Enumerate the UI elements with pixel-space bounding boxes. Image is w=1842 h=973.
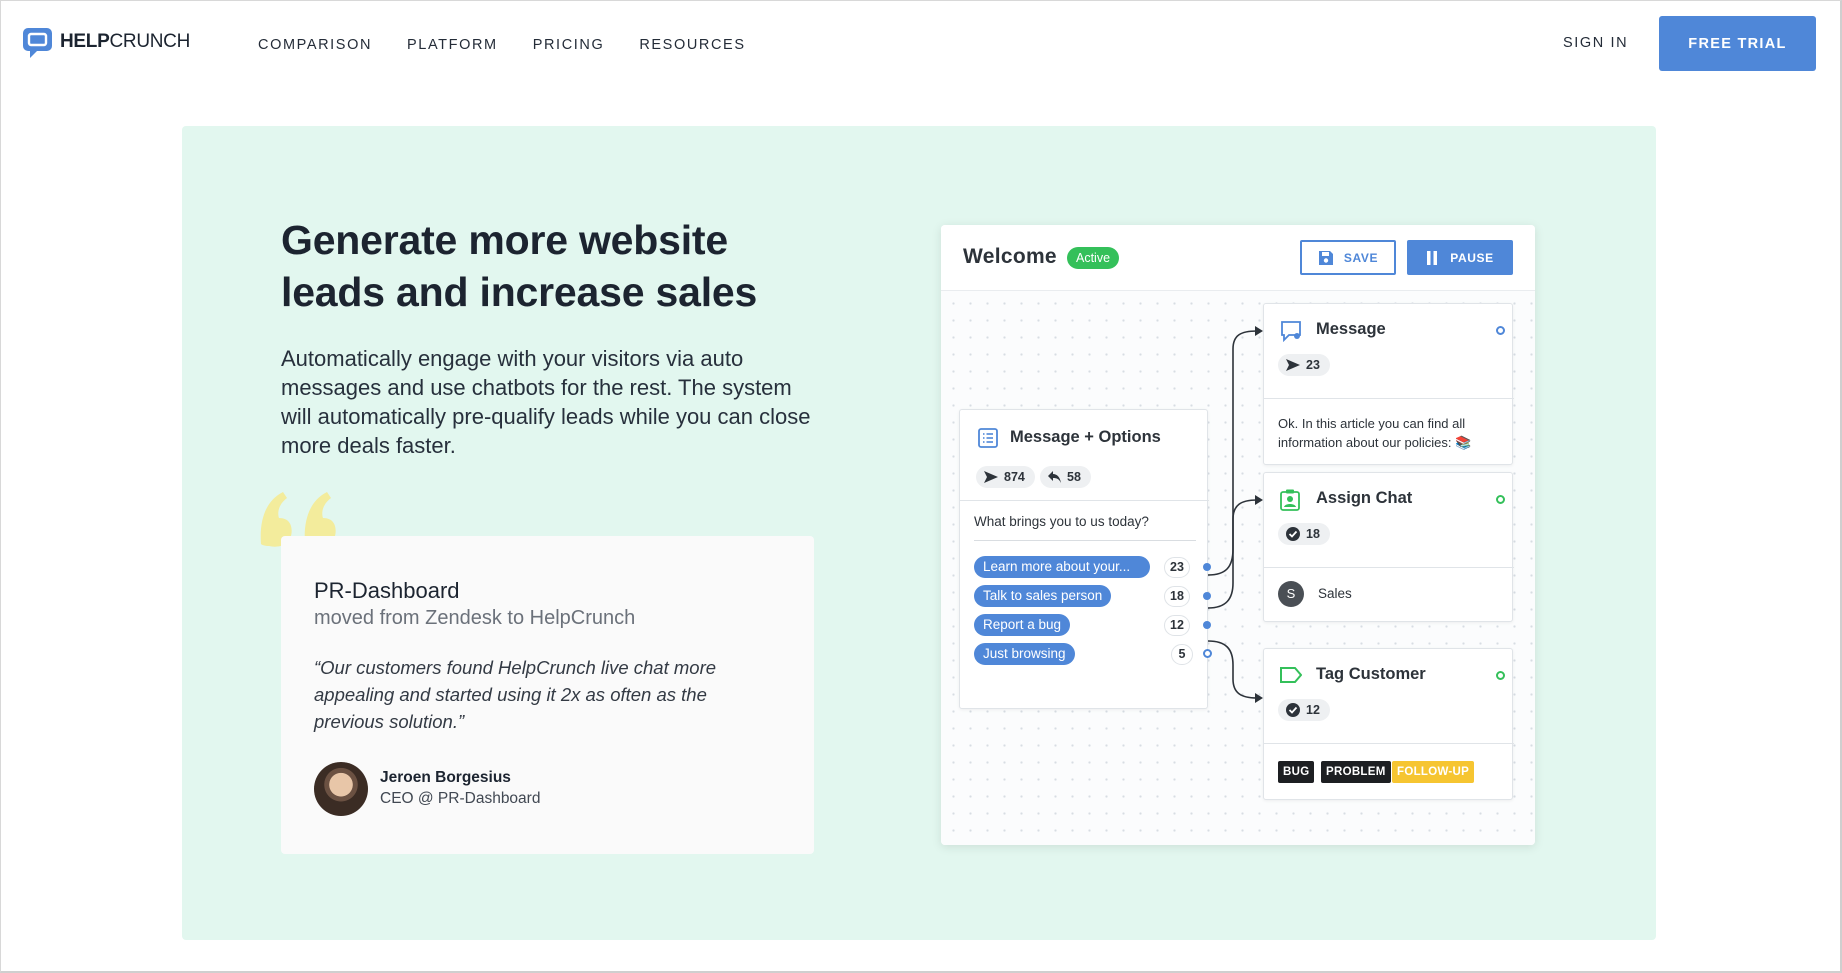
- option-count: 5: [1171, 644, 1193, 665]
- node-divider: [1264, 743, 1514, 744]
- testimonial-quote: “Our customers found HelpCrunch live cha…: [314, 657, 717, 732]
- testimonial-company: PR-Dashboard: [314, 578, 460, 603]
- top-nav: HELPCRUNCH COMPARISON PLATFORM PRICING R…: [0, 0, 1842, 88]
- message-text: Ok. In this article you can find all inf…: [1278, 416, 1472, 450]
- nav-pricing[interactable]: PRICING: [533, 37, 605, 53]
- output-port[interactable]: [1203, 563, 1211, 571]
- node-divider: [960, 500, 1209, 501]
- output-port[interactable]: [1496, 495, 1505, 504]
- chatbot-flow-widget: Welcome Active SAVE PAUSE Message + Opti…: [941, 225, 1535, 845]
- assign-user-icon: [1280, 489, 1300, 511]
- reply-count-pill: 58: [1040, 466, 1091, 488]
- pause-label: PAUSE: [1450, 250, 1494, 265]
- pause-button[interactable]: PAUSE: [1407, 240, 1513, 275]
- hero-headline: Generate more website leads and increase…: [281, 217, 758, 315]
- tag-bug[interactable]: BUG: [1278, 761, 1315, 783]
- node-title: Message + Options: [1010, 428, 1161, 446]
- reply-icon: [1048, 471, 1061, 483]
- testimonial-person-role: CEO @ PR-Dashboard: [380, 790, 541, 807]
- testimonial-moved: moved from Zendesk to HelpCrunch: [314, 607, 636, 629]
- tag-customer-node[interactable]: Tag Customer 12 BUG PROBLEM FOLLOW-UP: [1263, 648, 1514, 800]
- message-node[interactable]: Message 23 Ok. In this article you can f…: [1263, 303, 1514, 465]
- node-question: What brings you to us today?: [974, 514, 1149, 529]
- assignee-avatar: S: [1278, 581, 1304, 607]
- nav-links: COMPARISON PLATFORM PRICING RESOURCES: [258, 37, 781, 53]
- assign-chat-node[interactable]: Assign Chat 18 S Sales: [1263, 472, 1514, 622]
- floppy-disk-icon: [1318, 250, 1333, 265]
- check-circle-icon: [1286, 703, 1300, 717]
- question-underline: [974, 540, 1196, 541]
- sent-count-pill: 874: [976, 466, 1035, 488]
- sign-in-link[interactable]: SIGN IN: [1563, 35, 1628, 51]
- tag-follow-up[interactable]: FOLLOW-UP: [1392, 761, 1475, 783]
- helpcrunch-logo[interactable]: HELPCRUNCH: [22, 27, 191, 58]
- output-port[interactable]: [1203, 621, 1211, 629]
- option-count: 18: [1164, 586, 1190, 607]
- nav-resources[interactable]: RESOURCES: [639, 37, 745, 53]
- nav-platform[interactable]: PLATFORM: [407, 37, 498, 53]
- list-icon: [978, 428, 998, 448]
- option-count: 12: [1164, 615, 1190, 636]
- option-talk-to-sales[interactable]: Talk to sales person: [974, 585, 1112, 607]
- save-label: SAVE: [1343, 250, 1379, 265]
- save-button[interactable]: SAVE: [1300, 240, 1396, 275]
- output-port[interactable]: [1203, 592, 1211, 600]
- avatar: [314, 762, 368, 816]
- node-title: Tag Customer: [1316, 665, 1426, 683]
- done-count-pill: 12: [1278, 699, 1330, 721]
- testimonial-person-name: Jeroen Borgesius: [380, 769, 511, 786]
- free-trial-button[interactable]: FREE TRIAL: [1659, 16, 1816, 71]
- node-divider: [1264, 567, 1514, 568]
- output-port[interactable]: [1203, 649, 1212, 658]
- node-title: Assign Chat: [1316, 489, 1413, 507]
- widget-title: Welcome: [963, 245, 1057, 268]
- done-count-pill: 18: [1278, 523, 1330, 545]
- node-title: Message: [1316, 320, 1386, 338]
- assignee-name: Sales: [1318, 586, 1352, 601]
- logo-wordmark: HELPCRUNCH: [60, 31, 191, 52]
- pause-icon: [1427, 250, 1438, 265]
- option-learn-more[interactable]: Learn more about your...: [974, 556, 1150, 578]
- testimonial-card: PR-Dashboard moved from Zendesk to HelpC…: [281, 536, 814, 854]
- sent-count-pill: 23: [1278, 354, 1330, 376]
- nav-comparison[interactable]: COMPARISON: [258, 37, 372, 53]
- output-port[interactable]: [1496, 671, 1505, 680]
- message-bubble-icon: [1281, 321, 1301, 342]
- tag-icon: [1280, 667, 1302, 683]
- widget-header: Welcome Active SAVE PAUSE: [941, 225, 1535, 291]
- output-port[interactable]: [1496, 326, 1505, 335]
- option-report-bug[interactable]: Report a bug: [974, 614, 1071, 636]
- check-circle-icon: [1286, 527, 1300, 541]
- hero-subtext: Automatically engage with your visitors …: [281, 346, 811, 458]
- tag-problem[interactable]: PROBLEM: [1321, 761, 1391, 783]
- send-icon: [1286, 359, 1300, 371]
- option-count: 23: [1164, 557, 1190, 578]
- node-divider: [1264, 398, 1514, 399]
- flow-canvas: Message + Options 874 58 What brings you…: [941, 291, 1535, 845]
- option-just-browsing[interactable]: Just browsing: [974, 643, 1075, 665]
- message-options-node[interactable]: Message + Options 874 58 What brings you…: [959, 409, 1212, 709]
- send-icon: [984, 471, 998, 483]
- status-badge: Active: [1067, 247, 1120, 269]
- chat-bubble-logo-icon: [22, 27, 54, 58]
